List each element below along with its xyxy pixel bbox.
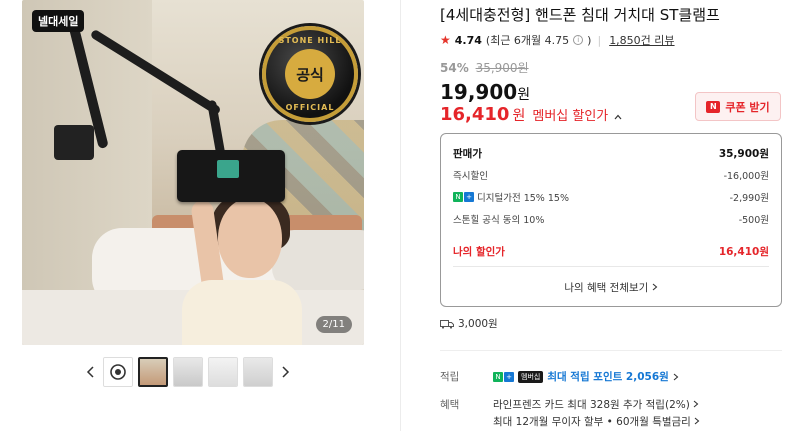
price-row-value: -16,000원: [723, 171, 769, 182]
image-counter: 2/11: [315, 316, 352, 333]
rating-score: 4.74: [454, 33, 482, 47]
star-icon: ★: [440, 33, 451, 47]
photo-phone-screen: [217, 160, 239, 178]
member-price-unit: 원: [512, 108, 526, 124]
seal-top-text: STONE HILL: [278, 36, 342, 45]
naver-n-icon: N: [706, 100, 721, 113]
chevron-up-icon[interactable]: [614, 112, 622, 123]
member-price-label: 멤버십 할인가: [532, 109, 609, 124]
benefit-card-text: 라인프렌즈 카드 최대 328원 추가 적립(2%): [493, 399, 690, 411]
price-row-label: 스톤힐 공식 동의 10%: [453, 215, 545, 226]
thumbnail-4[interactable]: [208, 357, 238, 387]
sale-price: 19,900: [440, 80, 518, 104]
price-row-value: -500원: [738, 215, 769, 226]
chevron-right-icon: [694, 417, 700, 425]
thumbnail-3[interactable]: [173, 357, 203, 387]
sale-price-row: 19,900원: [440, 80, 530, 104]
member-price: 16,410: [440, 104, 510, 125]
price-row-label: 디지털가전 15% 15%: [477, 193, 569, 204]
thumbnail-1[interactable]: [103, 357, 133, 387]
rotate-360-icon: [110, 364, 126, 380]
price-row-label: 판매가: [453, 148, 482, 160]
discount-percent: 54%: [440, 61, 469, 75]
price-row-label: 즉시할인: [453, 171, 488, 182]
benefit-card-link[interactable]: 라인프렌즈 카드 최대 328원 추가 적립(2%): [493, 397, 699, 412]
price-breakdown-box: 판매가 35,900원 즉시할인 -16,000원 N + 디지털가전 15% 1…: [440, 133, 782, 307]
points-text: 최대 적립 포인트 2,056원: [547, 371, 669, 383]
original-price: 35,900원: [475, 61, 529, 75]
points-label: 적립: [440, 371, 460, 383]
rating-recent: (최근 6개월 4.75: [485, 34, 570, 47]
main-product-image[interactable]: 넬대세일 STONE HILL 공식 OFFICIAL 2/11: [22, 0, 364, 345]
price-row-list: 판매가 35,900원: [453, 146, 769, 161]
seal-center-text: 공식: [285, 49, 335, 99]
benefit-installment-link[interactable]: 최대 12개월 무이자 할부 • 60개월 특별금리: [493, 414, 700, 429]
info-icon[interactable]: i: [573, 35, 584, 45]
chevron-left-icon[interactable]: [82, 357, 98, 387]
benefits-label: 혜택: [440, 399, 460, 411]
price-row-value: 35,900원: [718, 148, 769, 160]
photo-person-face: [218, 198, 282, 278]
thumbnail-5[interactable]: [243, 357, 273, 387]
seal-bottom-text: OFFICIAL: [285, 103, 335, 112]
rating-row: ★ 4.74 (최근 6개월 4.75 i) | 1,850건 리뷰: [440, 32, 675, 48]
my-price-row: 나의 할인가 16,410원: [453, 244, 769, 259]
naver-plus-icon: N +: [493, 371, 514, 382]
discount-row: 54% 35,900원: [440, 59, 529, 76]
digital-label-group: N + 디지털가전 15% 15%: [453, 190, 569, 204]
official-seal-logo: STONE HILL 공식 OFFICIAL: [262, 26, 358, 122]
price-row-instant-discount: 즉시할인 -16,000원: [453, 168, 769, 182]
chevron-right-icon: [693, 400, 699, 408]
rating-separator: |: [597, 33, 602, 47]
view-all-benefits-link[interactable]: 나의 혜택 전체보기: [441, 280, 781, 295]
my-price-value: 16,410원: [718, 246, 769, 258]
view-all-benefits-label: 나의 혜택 전체보기: [564, 282, 649, 294]
photo-phone: [177, 150, 285, 202]
panel-divider: [400, 0, 401, 431]
thumbnail-strip: [82, 357, 294, 387]
coupon-label: 쿠폰 받기: [725, 100, 770, 114]
benefit-installment-text: 최대 12개월 무이자 할부 • 60개월 특별금리: [493, 416, 691, 428]
membership-tag: 멤버십: [518, 370, 544, 383]
shipping-fee: 3,000원: [458, 318, 498, 330]
price-row-agreement: 스톤힐 공식 동의 10% -500원: [453, 212, 769, 226]
price-row-digital: N + 디지털가전 15% 15% -2,990원: [453, 190, 769, 204]
section-divider: [440, 350, 782, 351]
product-title: [4세대충전형] 핸드폰 침대 거치대 ST클램프: [440, 6, 720, 24]
thumbnail-2[interactable]: [138, 357, 168, 387]
stand-clamp: [54, 125, 94, 160]
my-price-label: 나의 할인가: [453, 246, 505, 258]
coupon-button[interactable]: N 쿠폰 받기: [695, 92, 781, 121]
chevron-right-icon[interactable]: [278, 357, 294, 387]
brand-chip: 넬대세일: [32, 10, 85, 32]
naver-plus-icon: N +: [453, 192, 474, 202]
price-box-divider: [453, 266, 769, 267]
member-price-row[interactable]: 16,410 원 멤버십 할인가: [440, 104, 622, 125]
truck-icon: [440, 319, 454, 329]
rating-paren: ): [587, 33, 592, 47]
sale-price-unit: 원: [517, 87, 531, 103]
review-count-link[interactable]: 1,850건 리뷰: [609, 32, 674, 48]
photo-person-shirt: [182, 280, 302, 345]
chevron-right-icon: [673, 373, 679, 380]
points-link[interactable]: N + 멤버십 최대 적립 포인트 2,056원: [493, 369, 679, 384]
shipping-row: 3,000원: [440, 316, 498, 331]
price-row-value: -2,990원: [729, 193, 769, 204]
chevron-right-icon: [652, 283, 658, 291]
